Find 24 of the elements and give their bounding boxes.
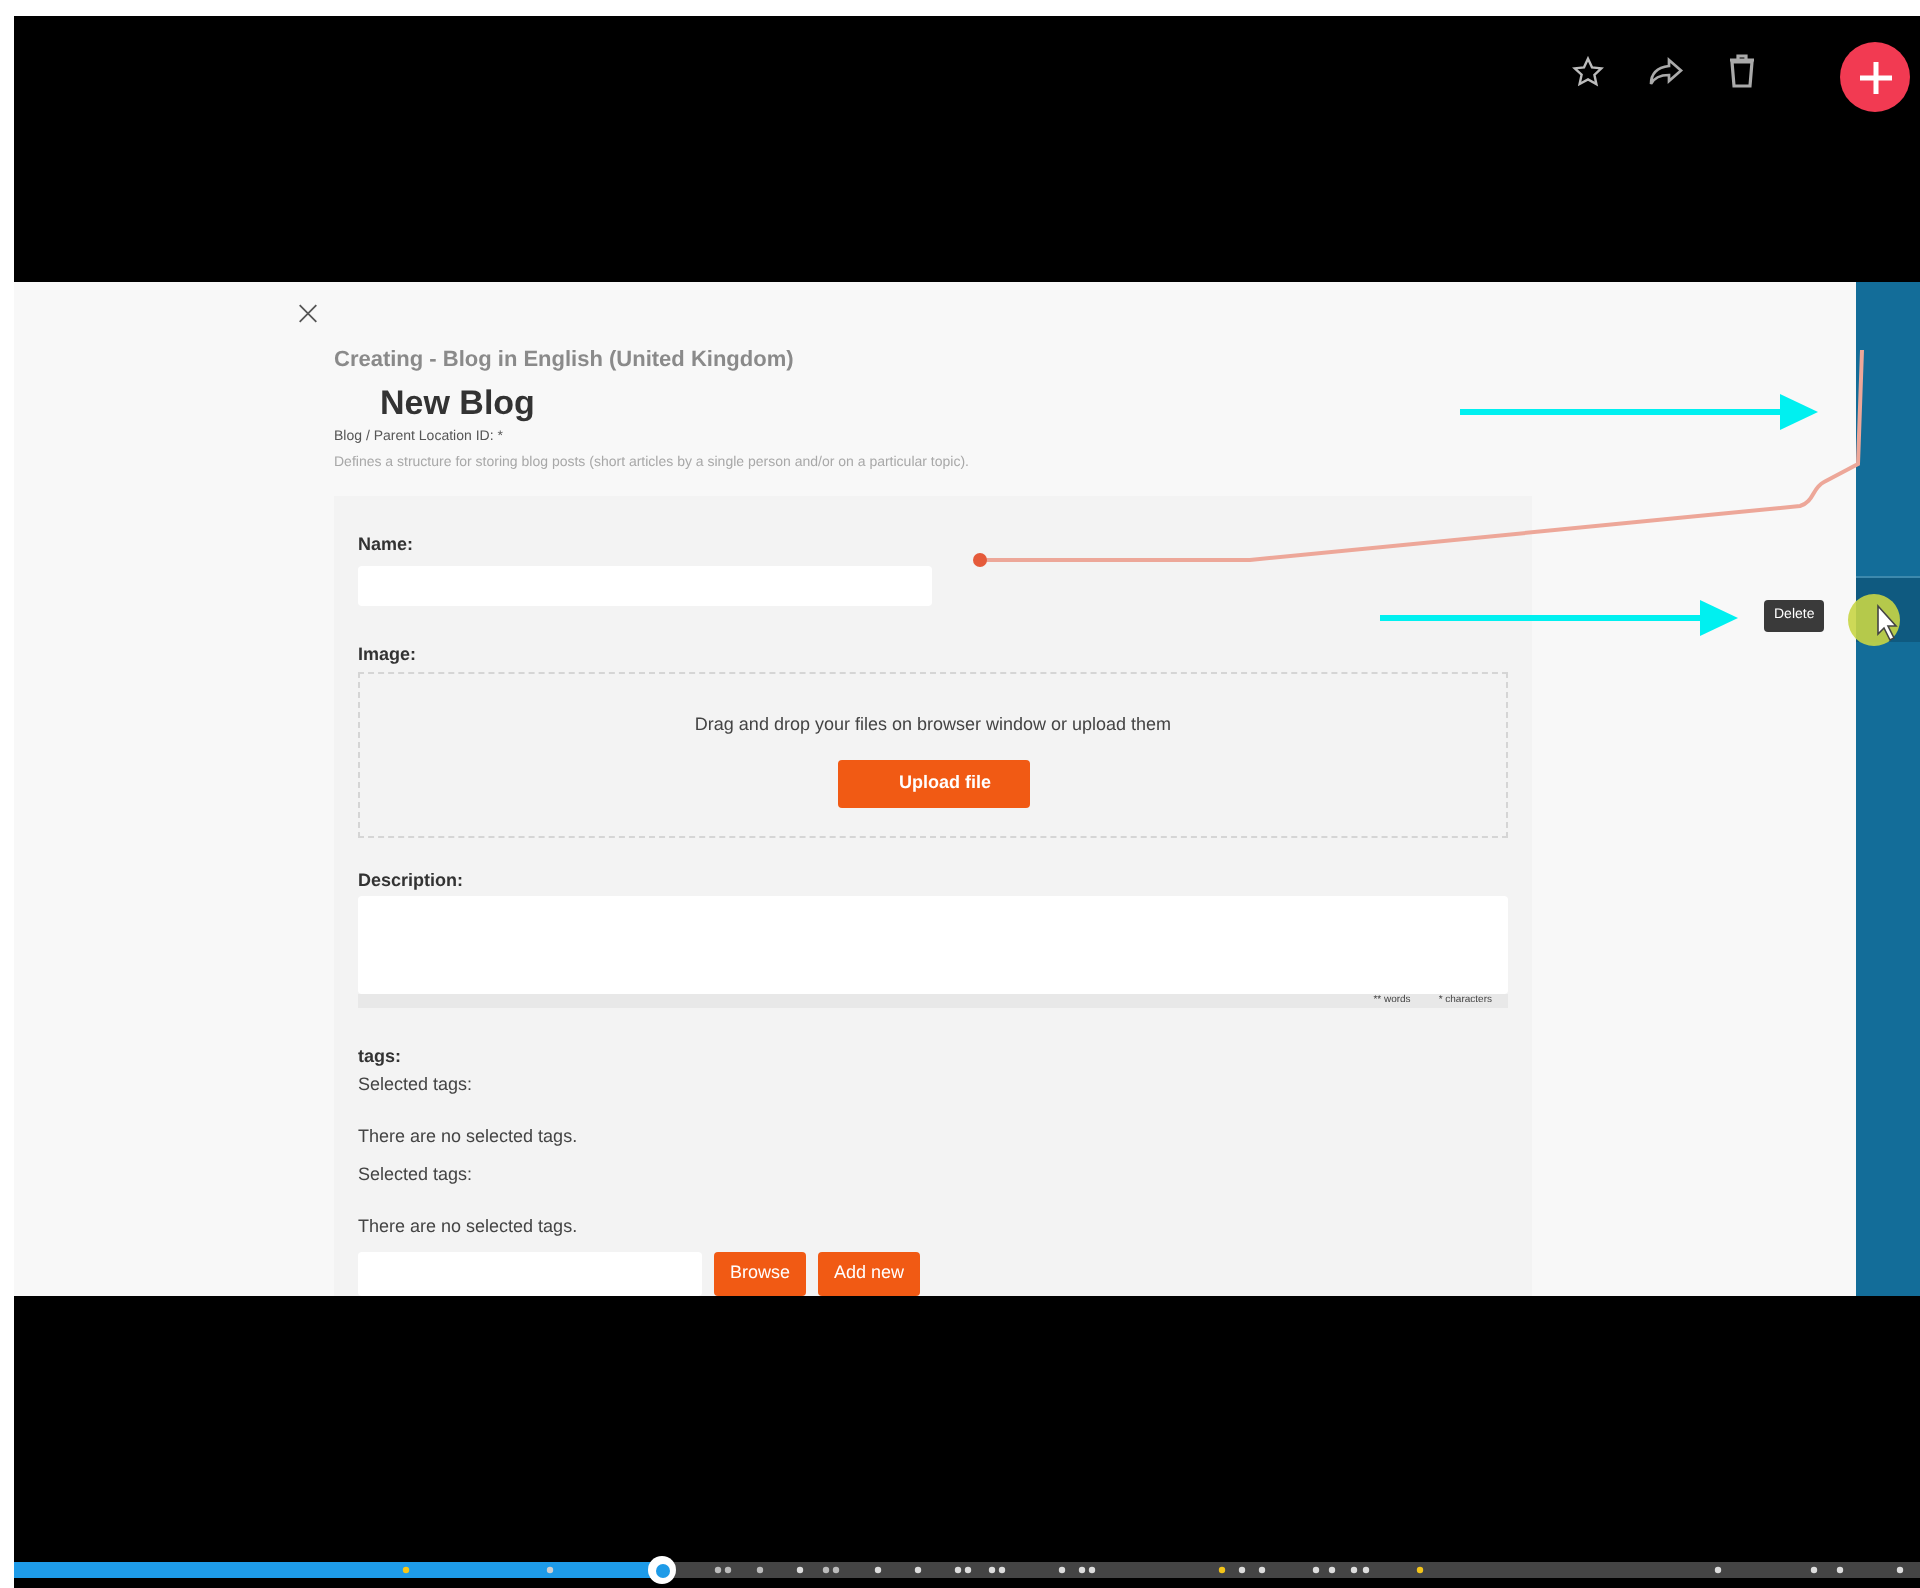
selected-tags-label: Selected tags: bbox=[358, 1072, 475, 1098]
description-label: Description: bbox=[358, 867, 466, 894]
page-title: New Blog bbox=[380, 384, 537, 424]
selected-tags-label: Selected tags: bbox=[358, 1162, 475, 1188]
empty-tags-text: There are no selected tags. bbox=[358, 1123, 580, 1150]
progress-thumb[interactable] bbox=[648, 1556, 677, 1584]
cursor-highlight-icon bbox=[1848, 592, 1904, 648]
trash-icon[interactable] bbox=[1728, 54, 1756, 88]
empty-tags-text: There are no selected tags. bbox=[358, 1213, 580, 1240]
subtitle: Creating - Blog in English (United Kingdom) bbox=[334, 345, 796, 375]
image-label: Image: bbox=[358, 641, 419, 668]
share-icon[interactable] bbox=[1648, 56, 1684, 88]
dropzone-text: Drag and drop your files on browser window or upload them bbox=[694, 712, 1172, 738]
star-icon[interactable] bbox=[1572, 56, 1604, 88]
add-button[interactable] bbox=[1840, 42, 1910, 112]
name-label: Name: bbox=[358, 532, 416, 558]
upload-button[interactable]: Upload file bbox=[837, 759, 1029, 807]
tag-button[interactable]: Browse bbox=[714, 1252, 807, 1296]
dropzone[interactable]: Drag and drop your files on browser window or upload them Upload file bbox=[358, 672, 1508, 838]
tags-label: tags: bbox=[358, 1043, 404, 1070]
plus-icon bbox=[1857, 59, 1893, 95]
tag-button[interactable]: Add new bbox=[818, 1252, 921, 1296]
tag-field[interactable] bbox=[358, 1252, 702, 1296]
progress-track[interactable] bbox=[14, 1562, 1920, 1578]
